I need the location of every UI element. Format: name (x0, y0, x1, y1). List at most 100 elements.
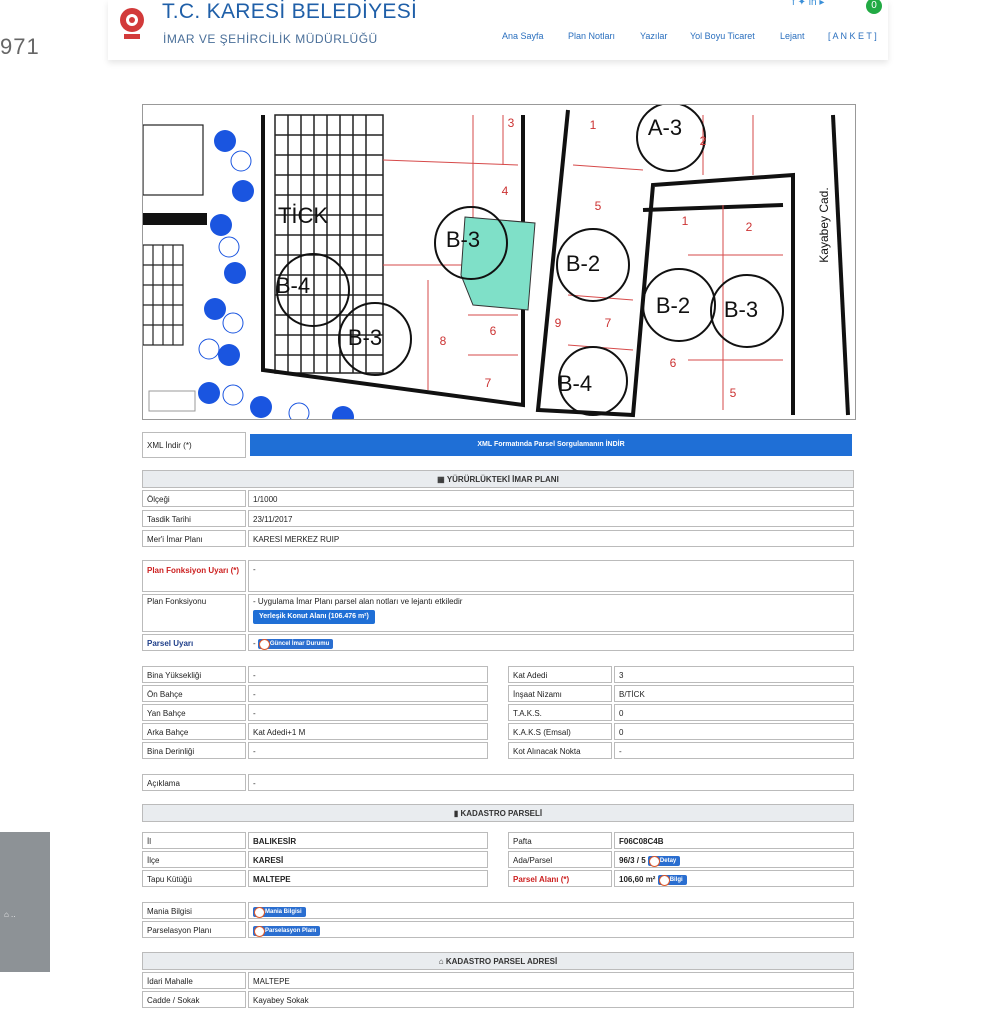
map-label: 1 (682, 214, 689, 228)
row-value: - (614, 742, 854, 759)
map-label: 6 (490, 324, 497, 338)
row-label: Ölçeği (142, 490, 246, 507)
row-label: İl (142, 832, 246, 849)
description-label: Açıklama (142, 774, 246, 791)
site-header: T.C. KARESİ BELEDİYESİ İMAR VE ŞEHİRCİLİ… (108, 0, 888, 60)
row-label: Pafta (508, 832, 612, 849)
twitter-icon[interactable]: ✦ (798, 0, 806, 8)
nav-home[interactable]: Ana Sayfa (502, 31, 544, 41)
map-label: B-3 (446, 227, 480, 252)
row-label: Kat Adedi (508, 666, 612, 683)
row-value: MALTEPE (248, 870, 488, 887)
parcel-detail-button[interactable]: Detay (647, 855, 681, 867)
row-label: Bina Yüksekliği (142, 666, 246, 683)
row-value: Kat Adedi+1 M (248, 723, 488, 740)
row-value: KARESİ (248, 851, 488, 868)
map-label: 4 (502, 184, 509, 198)
map-label: 6 (670, 356, 677, 370)
linkedin-icon[interactable]: in (809, 0, 817, 8)
map-zoom-control[interactable] (148, 390, 196, 412)
map-label: 8 (440, 334, 447, 348)
row-label: Tapu Kütüğü (142, 870, 246, 887)
plan-function-text: - Uygulama İmar Planı parsel alan notlar… (253, 597, 463, 606)
residential-area-button[interactable]: Yerleşik Konut Alanı (106.476 m²) (253, 610, 375, 624)
row-value: 106,60 m² Bilgi (614, 870, 854, 887)
nav-survey[interactable]: [ A N K E T ] (828, 31, 877, 41)
parcel-warning-value: - Güncel İmar Durumu (248, 634, 854, 651)
table-row: Tasdik Tarihi 23/11/2017 (142, 510, 854, 529)
xml-download-button[interactable]: XML Formatında Parsel Sorgulamanın İNDİR (250, 434, 852, 456)
row-label: Bina Derinliği (142, 742, 246, 759)
nav-plan-notes[interactable]: Plan Notları (568, 31, 615, 41)
row-value: 96/3 / 5 Detay (614, 851, 854, 868)
side-number: 971 (0, 34, 40, 59)
plan-function-value: - Uygulama İmar Planı parsel alan notlar… (248, 594, 854, 632)
mania-info-button[interactable]: Mania Bilgisi (253, 906, 306, 918)
row-label: Yan Bahçe (142, 704, 246, 721)
row-label: Mer'i İmar Planı (142, 530, 246, 547)
row-value: MALTEPE (248, 972, 854, 989)
parcel-warning-label: Parsel Uyarı (142, 634, 246, 651)
social-icons[interactable]: f ✦ in ▸ (792, 0, 824, 8)
row-value: F06C08C4B (614, 832, 854, 849)
row-label: Ada/Parsel (508, 851, 612, 868)
map-canvas[interactable]: 3 1 A-3 2 4 5 TİCK B-3 B-2 1 2 B-4 B-3 6 B-2 B-3 9 7 8 B-4 6… (143, 105, 855, 419)
zoning-map[interactable]: 3 1 A-3 2 4 5 TİCK B-3 B-2 1 2 B-4 B-3 6 B-2 B-3 9 7 8 B-4 6… (142, 104, 856, 420)
row-label: Tasdik Tarihi (142, 510, 246, 527)
address-section-heading: ⌂ KADASTRO PARSEL ADRESİ (142, 952, 854, 970)
site-title[interactable]: T.C. KARESİ BELEDİYESİ (162, 0, 417, 24)
mania-value: Mania Bilgisi (248, 902, 854, 919)
map-label: 1 (590, 118, 597, 132)
map-label: B-4 (276, 273, 310, 298)
map-label: 7 (605, 316, 612, 330)
plan-function-warning-value: - (248, 560, 854, 592)
row-value: - (248, 666, 488, 683)
municipality-logo-icon[interactable] (118, 6, 146, 42)
row-value: 1/1000 (248, 490, 854, 507)
row-value: - (248, 704, 488, 721)
nav-road-commerce[interactable]: Yol Boyu Ticaret (690, 31, 755, 41)
table-row: Ölçeği 1/1000 (142, 490, 854, 509)
video-icon[interactable]: ▸ (819, 0, 824, 8)
map-label: 3 (508, 116, 515, 130)
parcel-area-info-button[interactable]: Bilgi (657, 874, 687, 886)
home-icon: ⌂ (438, 957, 446, 966)
row-value: - (248, 685, 488, 702)
row-label: K.A.K.S (Emsal) (508, 723, 612, 740)
map-label: A-3 (648, 115, 682, 140)
cadastre-section-heading: ▮ KADASTRO PARSELİ (142, 804, 854, 822)
plan-section-heading: ▦ YÜRÜRLÜKTEKİ İMAR PLANI (142, 470, 854, 488)
nav-legend[interactable]: Lejant (780, 31, 805, 41)
row-value: KARESİ MERKEZ RUIP (248, 530, 854, 547)
parcellation-plan-button[interactable]: Parselasyon Planı (253, 925, 321, 937)
current-zoning-button[interactable]: Güncel İmar Durumu (257, 638, 334, 650)
row-label: T.A.K.S. (508, 704, 612, 721)
map-label: B-2 (566, 251, 600, 276)
row-value: 23/11/2017 (248, 510, 854, 527)
nav-articles[interactable]: Yazılar (640, 31, 667, 41)
table-icon: ▦ (437, 475, 447, 484)
parcellation-value: Parselasyon Planı (248, 921, 854, 938)
row-label: İnşaat Nizamı (508, 685, 612, 702)
row-label: Arka Bahçe (142, 723, 246, 740)
facebook-icon[interactable]: f (792, 0, 795, 8)
map-label: TİCK (278, 203, 328, 228)
row-value: 3 (614, 666, 854, 683)
map-label: B-2 (656, 293, 690, 318)
map-label: B-3 (724, 297, 758, 322)
map-label: 2 (700, 134, 707, 148)
row-label: Kot Alınacak Nokta (508, 742, 612, 759)
plan-function-warning-label: Plan Fonksiyon Uyarı (*) (142, 560, 246, 592)
map-label: 2 (746, 220, 753, 234)
map-label: 9 (555, 316, 562, 330)
row-value: B/TİCK (614, 685, 854, 702)
map-label: 5 (595, 199, 602, 213)
row-label: İdari Mahalle (142, 972, 246, 989)
row-value: 0 (614, 704, 854, 721)
mania-label: Mania Bilgisi (142, 902, 246, 919)
parcellation-label: Parselasyon Planı (142, 921, 246, 938)
notification-badge[interactable]: 0 (866, 0, 882, 14)
description-value: - (248, 774, 854, 791)
map-label: 5 (730, 386, 737, 400)
map-label: Kayabey Cad. (817, 187, 831, 262)
